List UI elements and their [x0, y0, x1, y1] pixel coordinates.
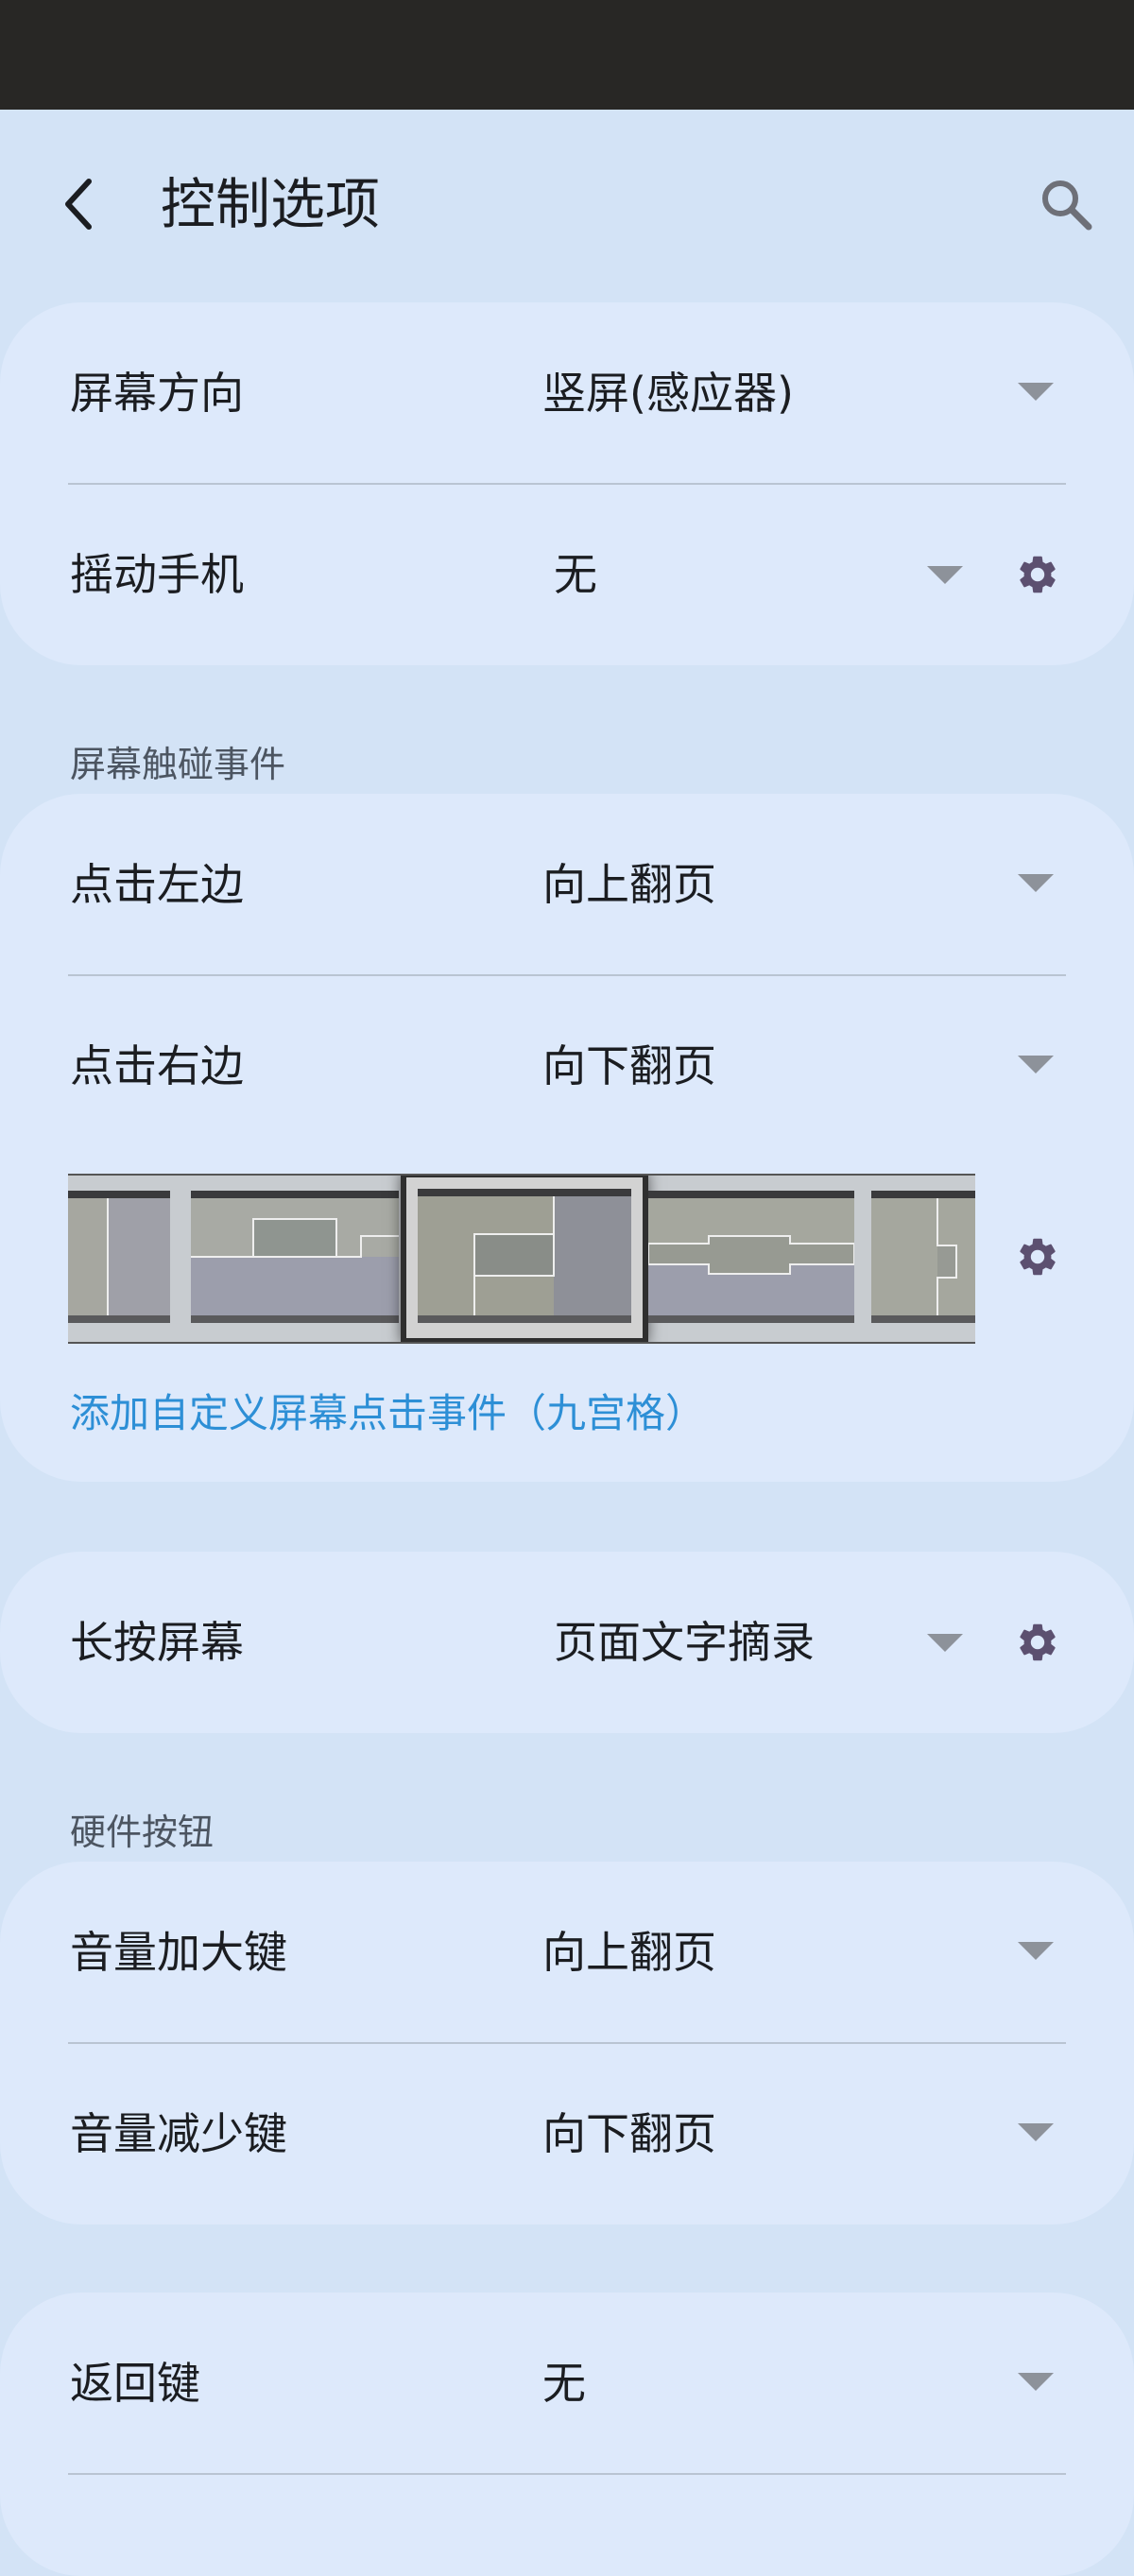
orientation-card: 屏幕方向 竖屏(感应器) 摇动手机 无: [0, 302, 1134, 665]
tap-left-row[interactable]: 点击左边 向上翻页: [0, 794, 1134, 975]
gear-icon[interactable]: [1015, 1620, 1060, 1665]
back-key-card: 返回键 无: [0, 2293, 1134, 2576]
tap-left-label: 点击左边: [70, 859, 244, 910]
gear-icon[interactable]: [1015, 1234, 1060, 1279]
volume-down-value: 向下翻页: [542, 2108, 716, 2159]
gear-icon[interactable]: [1015, 552, 1060, 597]
volume-up-value: 向上翻页: [542, 1927, 716, 1978]
dropdown-arrow-icon: [1018, 874, 1054, 892]
volume-down-row[interactable]: 音量减少键 向下翻页: [0, 2043, 1134, 2224]
divider: [68, 2473, 1066, 2475]
back-key-value: 无: [542, 2358, 586, 2409]
dropdown-arrow-icon: [1018, 1942, 1054, 1960]
page-title: 控制选项: [161, 172, 381, 236]
shake-phone-label: 摇动手机: [70, 549, 244, 600]
hardware-buttons-card: 音量加大键 向上翻页 音量减少键 向下翻页: [0, 1862, 1134, 2224]
status-bar: [0, 0, 1134, 110]
tap-right-row[interactable]: 点击右边 向下翻页: [0, 975, 1134, 1157]
layout-preset-selected[interactable]: [401, 1176, 648, 1342]
layout-preset-thumb[interactable]: [68, 1191, 170, 1323]
tap-layout-preset-strip[interactable]: [68, 1174, 975, 1344]
long-press-value: 页面文字摘录: [554, 1617, 815, 1668]
back-key-row[interactable]: 返回键 无: [0, 2293, 1134, 2474]
search-icon: [1042, 180, 1092, 231]
screen-orientation-row[interactable]: 屏幕方向 竖屏(感应器): [0, 302, 1134, 484]
dropdown-arrow-icon: [1018, 1056, 1054, 1073]
dropdown-arrow-icon: [927, 1634, 963, 1652]
screen-orientation-label: 屏幕方向: [70, 368, 244, 419]
layout-preset-thumb: [418, 1189, 631, 1323]
long-press-card: 长按屏幕 页面文字摘录: [0, 1552, 1134, 1733]
dropdown-arrow-icon: [1018, 2373, 1054, 2391]
search-button[interactable]: [1030, 166, 1102, 242]
volume-up-row[interactable]: 音量加大键 向上翻页: [0, 1862, 1134, 2043]
shake-phone-row[interactable]: 摇动手机 无: [0, 484, 1134, 665]
app-bar: 控制选项: [0, 110, 1134, 283]
back-key-label: 返回键: [70, 2358, 200, 2409]
layout-preset-thumb[interactable]: [191, 1191, 399, 1323]
dropdown-arrow-icon: [1018, 2123, 1054, 2141]
tap-left-value: 向上翻页: [542, 859, 716, 910]
touch-events-card: 点击左边 向上翻页 点击右边 向下翻页: [0, 794, 1134, 1482]
chevron-left-icon: [65, 179, 92, 230]
tap-right-label: 点击右边: [70, 1040, 244, 1091]
screen-orientation-value: 竖屏(感应器): [542, 368, 794, 419]
section-header-hardware: 硬件按钮: [70, 1812, 215, 1853]
section-header-touch: 屏幕触碰事件: [70, 744, 286, 785]
volume-down-label: 音量减少键: [70, 2108, 287, 2159]
dropdown-arrow-icon: [1018, 383, 1054, 401]
dropdown-arrow-icon: [927, 566, 963, 584]
long-press-label: 长按屏幕: [70, 1617, 244, 1668]
shake-phone-value: 无: [554, 549, 597, 600]
volume-up-label: 音量加大键: [70, 1927, 287, 1978]
long-press-row[interactable]: 长按屏幕 页面文字摘录: [0, 1552, 1134, 1733]
layout-preset-thumb[interactable]: [871, 1191, 975, 1323]
add-custom-tap-event-link[interactable]: 添加自定义屏幕点击事件（九宫格）: [70, 1382, 705, 1439]
tap-right-value: 向下翻页: [542, 1040, 716, 1091]
layout-preset-thumb[interactable]: [648, 1191, 854, 1323]
back-button[interactable]: [49, 164, 110, 244]
